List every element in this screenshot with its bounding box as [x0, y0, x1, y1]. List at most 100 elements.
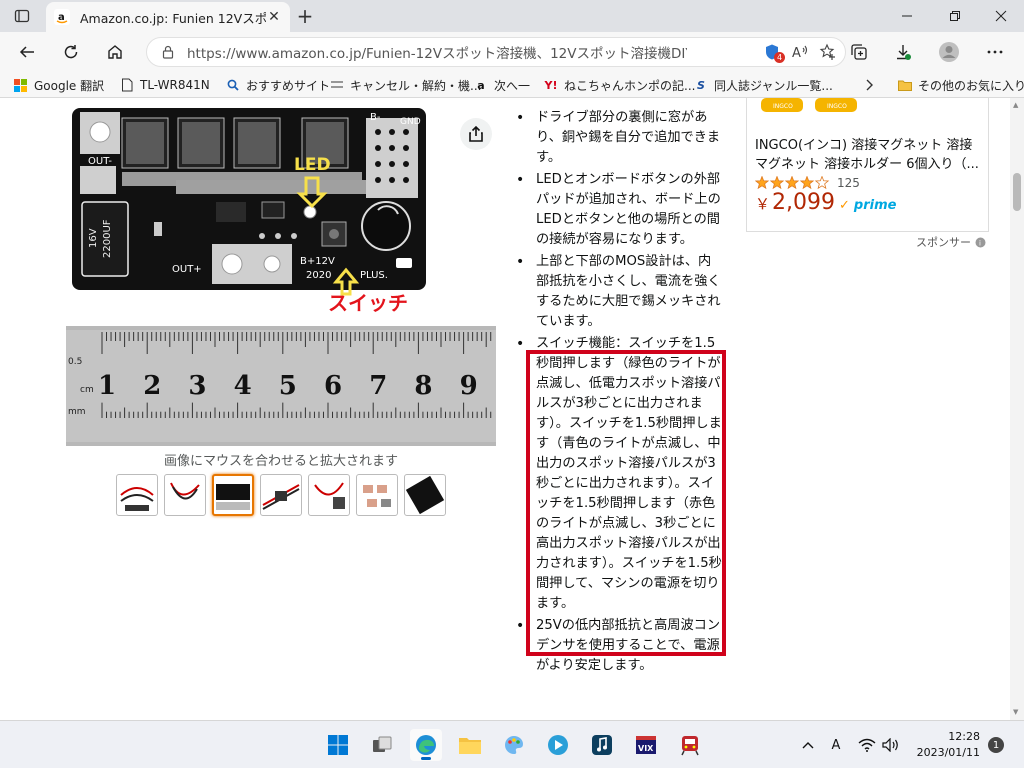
feature-bullet: LEDとオンボードボタンの外部パッドが追加され、ボード上のLEDとボタンと他の場… [514, 170, 724, 250]
thumbnail-5[interactable] [308, 474, 350, 516]
feature-bullet: 25Vの低内部抵抗と高周波コンデンサを使用することで、電源がより安定します。 [514, 616, 724, 676]
close-window-button[interactable] [978, 0, 1024, 32]
scroll-down-icon[interactable]: ▼ [1013, 708, 1018, 716]
ruler-number: 7 [369, 371, 387, 401]
ad-price: ￥ 2,099 ✓ prime [755, 190, 896, 215]
rating-star [799, 176, 815, 190]
tab-amazon[interactable]: a Amazon.co.jp: Funien 12Vスポット溶接機、12Vスポッ… [46, 2, 290, 32]
page-icon [120, 78, 134, 92]
capacitor-capacity: 2200UF [102, 219, 113, 258]
address-bar[interactable]: https://www.amazon.co.jp/Funien-12Vスポット溶… [146, 37, 846, 67]
downloads-button[interactable] [888, 38, 918, 66]
lock-icon[interactable] [161, 45, 175, 59]
task-view-button[interactable] [366, 729, 398, 761]
ruler-number: 5 [279, 371, 297, 401]
url-text[interactable]: https://www.amazon.co.jp/Funien-12Vスポット溶… [187, 42, 687, 62]
label-out-plus: OUT+ [172, 264, 202, 275]
tab-actions-button[interactable] [8, 5, 36, 27]
favorite-item-amazon[interactable]: a 次へ一 [474, 75, 530, 95]
taskbar-media-player[interactable] [542, 729, 574, 761]
taskbar-explorer[interactable] [454, 729, 486, 761]
more-dots-icon [987, 50, 1003, 54]
product-main-image[interactable]: 16V 2200UF B- GND OUT- OUT+ B+12V 2020 P… [66, 98, 496, 450]
notification-badge[interactable]: 1 [988, 737, 1004, 753]
minimize-button[interactable] [884, 0, 930, 32]
favorite-item-neko[interactable]: Y! ねこちゃんホンポの記... [544, 75, 696, 95]
s-logo-icon: S [697, 78, 705, 92]
amazon-icon: a [477, 78, 485, 92]
rating-star [784, 176, 800, 190]
taskbar-paint[interactable] [498, 729, 530, 761]
collections-icon [851, 44, 867, 60]
read-aloud-button[interactable]: A [789, 41, 811, 63]
scroll-up-icon[interactable]: ▲ [1013, 101, 1018, 109]
rating-star [755, 176, 770, 190]
home-button[interactable] [100, 38, 130, 66]
star-plus-icon [819, 43, 835, 60]
clock-time: 12:28 [948, 730, 980, 743]
other-favorites-folder[interactable]: その他のお気に入り [898, 75, 1024, 95]
taskbar-train-app[interactable] [674, 729, 706, 761]
favorite-item-recommended[interactable]: おすすめサイト [226, 75, 330, 95]
favorite-item-translate[interactable]: Google 翻訳 [14, 75, 104, 95]
tab-close-icon[interactable]: ✕ [266, 9, 282, 25]
folder-icon [459, 738, 481, 754]
ad-brand-tag: INGCO [773, 103, 793, 110]
settings-menu-button[interactable] [980, 38, 1010, 66]
ad-product-image[interactable]: INGCO INGCO [757, 98, 877, 118]
amazon-favicon-icon: a [54, 9, 70, 25]
collections-button[interactable] [844, 38, 874, 66]
svg-text:VIX: VIX [638, 744, 654, 753]
vix-viewer-icon: VIX [636, 736, 656, 754]
sponsored-label[interactable]: スポンサー i [916, 234, 986, 250]
switch-annotation: スイッチ [328, 291, 408, 315]
add-favorite-button[interactable] [817, 41, 839, 63]
prime-check-icon: ✓ [839, 198, 850, 213]
taskbar-vix-app[interactable]: VIX [630, 729, 662, 761]
svg-text:i: i [979, 239, 981, 247]
refresh-button[interactable] [56, 38, 86, 66]
thumbnail-2[interactable] [164, 474, 206, 516]
tab-title: Amazon.co.jp: Funien 12Vスポット溶接機、12Vスポット溶… [80, 10, 266, 26]
new-tab-button[interactable]: + [294, 4, 316, 28]
sponsored-ad-card[interactable]: INGCO INGCO INGCO(インコ) 溶接マグネット 溶接マグネット 溶… [746, 98, 989, 232]
wifi-icon [858, 738, 876, 752]
thumbnail-3[interactable] [212, 474, 254, 516]
tab-strip: a Amazon.co.jp: Funien 12Vスポット溶接機、12Vスポッ… [0, 0, 1024, 32]
taskbar-clock[interactable]: 12:28 2023/01/11 [908, 729, 980, 761]
feature-bullet: 上部と下部のMOS設計は、内部抵抗を小さくし、電流を強くするために大胆で錫メッキ… [514, 252, 724, 332]
page-scrollbar[interactable]: ▲ ▼ [1010, 98, 1024, 720]
tray-overflow-button[interactable] [798, 729, 818, 761]
price-value: 2,099 [772, 190, 835, 215]
network-button[interactable] [856, 729, 878, 761]
thumbnail-6[interactable] [356, 474, 398, 516]
tracking-prevention-button[interactable]: 4 [761, 41, 785, 63]
ruler-number: 6 [324, 371, 342, 401]
favorite-item-router[interactable]: TL-WR841N [120, 75, 210, 95]
taskbar-edge[interactable] [410, 729, 442, 761]
thumbnail-4[interactable] [260, 474, 302, 516]
profile-button[interactable] [934, 38, 964, 66]
favorites-overflow-button[interactable] [864, 75, 874, 95]
search-icon [226, 78, 240, 92]
taskbar-music-app[interactable] [586, 729, 618, 761]
product-page: 16V 2200UF B- GND OUT- OUT+ B+12V 2020 P… [0, 98, 1010, 720]
restore-button[interactable] [932, 0, 978, 32]
ruler-number: 1 [98, 371, 116, 401]
scroll-thumb[interactable] [1013, 173, 1021, 211]
download-icon [897, 45, 911, 60]
thumbnail-1[interactable] [116, 474, 158, 516]
avatar-icon [939, 42, 959, 62]
back-button[interactable] [12, 38, 42, 66]
tracker-badge: 4 [774, 52, 785, 63]
share-button[interactable] [460, 118, 492, 150]
thumbnail-7[interactable] [404, 474, 446, 516]
favorite-item-cancel[interactable]: キャンセル・解約・機... [330, 75, 481, 95]
start-button[interactable] [322, 729, 354, 761]
favorite-item-doujin[interactable]: S 同人誌ジャンル一覧... [694, 75, 833, 95]
ime-indicator[interactable]: A [826, 729, 846, 761]
label-plus: PLUS. [360, 270, 388, 281]
ad-title-link[interactable]: INGCO(インコ) 溶接マグネット 溶接マグネット 溶接ホルダー 6個入り（.… [755, 136, 983, 174]
volume-button[interactable] [880, 729, 902, 761]
ad-rating[interactable]: 125 [755, 176, 860, 190]
